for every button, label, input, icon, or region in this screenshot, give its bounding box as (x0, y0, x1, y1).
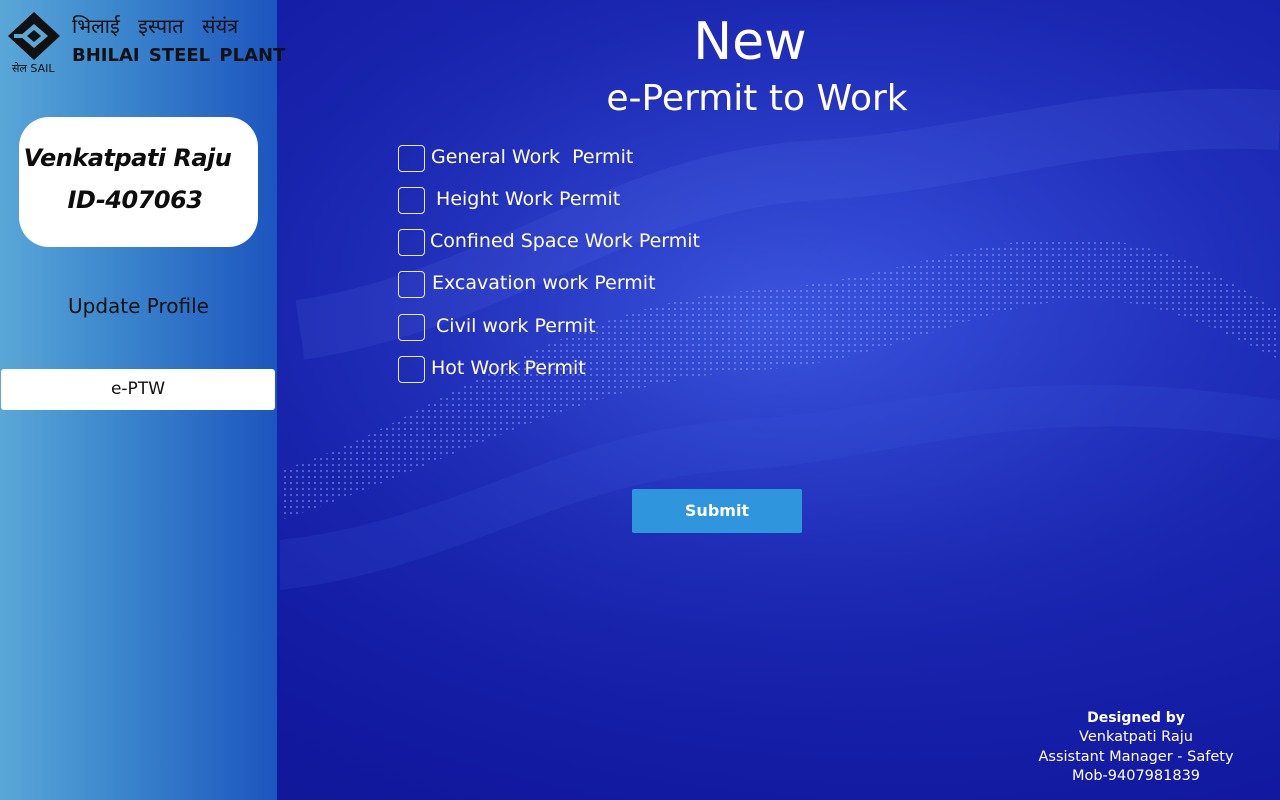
checkbox[interactable] (398, 187, 425, 214)
permit-option-height[interactable]: Height Work Permit (398, 187, 818, 217)
submit-button[interactable]: Submit (632, 489, 802, 533)
credits-mobile: Mob-9407981839 (1071, 768, 1201, 784)
permit-option-excavation[interactable]: Excavation work Permit (398, 271, 818, 301)
permit-option-general[interactable]: General Work Permit (398, 145, 818, 175)
company-logo: सेल SAIL भिलाई इस्पात संयंत्र BHILAI STE… (6, 10, 285, 76)
permit-label: General Work Permit (431, 146, 634, 168)
eptw-button[interactable]: e-PTW (1, 369, 275, 410)
logo-hindi-text: भिलाई इस्पात संयंत्र (72, 14, 239, 38)
page-subtitle: e-Permit to Work (606, 78, 908, 119)
permit-label: Confined Space Work Permit (430, 230, 701, 252)
permit-option-confined-space[interactable]: Confined Space Work Permit (398, 229, 818, 259)
credits-name: Venkatpati Raju (1079, 729, 1193, 745)
credits: Designed by Venkatpati Raju Assistant Ma… (1020, 708, 1252, 787)
checkbox[interactable] (398, 271, 425, 298)
credits-heading: Designed by (1087, 710, 1185, 726)
checkbox[interactable] (398, 314, 425, 341)
app-window: सेल SAIL भिलाई इस्पात संयंत्र BHILAI STE… (0, 0, 1280, 800)
permit-label: Civil work Permit (430, 315, 596, 337)
checkbox[interactable] (398, 145, 425, 172)
profile-name: Venkatpati Raju (23, 144, 232, 172)
permit-label: Hot Work Permit (431, 357, 586, 379)
logo-english-text: BHILAI STEEL PLANT (72, 45, 286, 66)
credits-role: Assistant Manager - Safety (1038, 748, 1234, 765)
permit-option-hot-work[interactable]: Hot Work Permit (398, 356, 818, 386)
permit-label: Height Work Permit (430, 188, 621, 210)
permit-label: Excavation work Permit (432, 272, 656, 294)
logo-sail-text: सेल SAIL (12, 62, 55, 75)
sidebar: सेल SAIL भिलाई इस्पात संयंत्र BHILAI STE… (0, 0, 285, 800)
profile-card: Venkatpati Raju ID-407063 (19, 117, 258, 247)
update-profile-link[interactable]: Update Profile (0, 294, 277, 318)
checkbox[interactable] (398, 356, 425, 383)
permit-option-civil[interactable]: Civil work Permit (398, 314, 818, 344)
checkbox[interactable] (398, 229, 425, 256)
profile-id: ID-407063 (67, 186, 203, 214)
page-title: New (693, 12, 807, 72)
